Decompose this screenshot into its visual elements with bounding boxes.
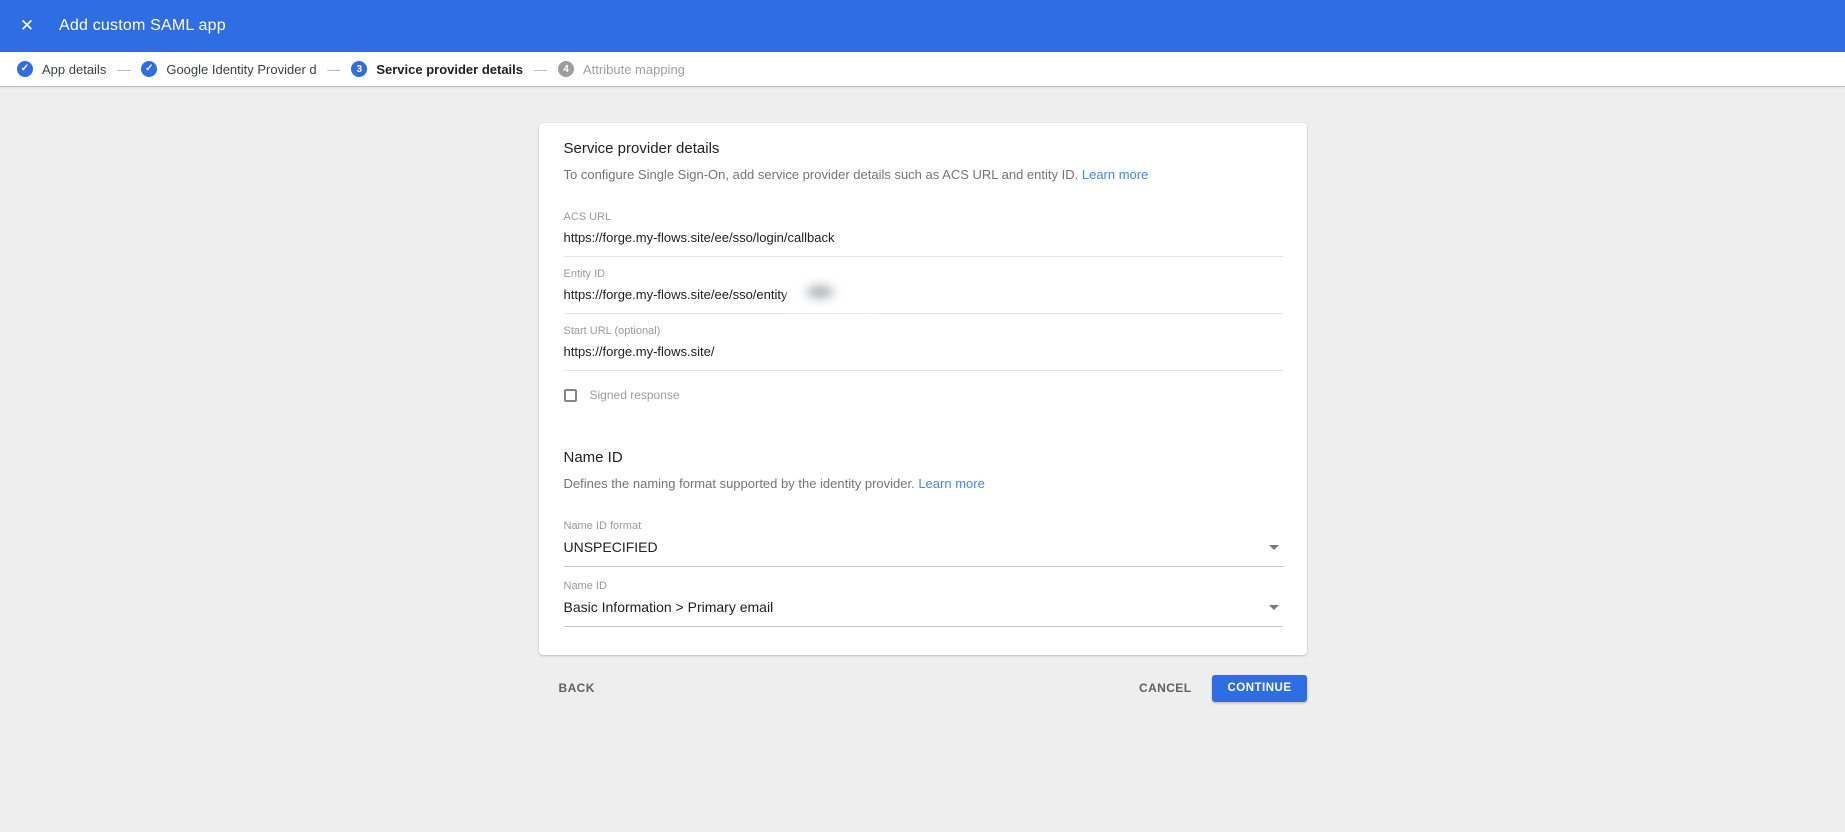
wizard-stepper: ✓ App details — ✓ Google Identity Provid…: [0, 52, 1845, 87]
signed-response-row[interactable]: Signed response: [563, 388, 1283, 402]
step-label: App details: [42, 61, 107, 77]
entity-id-input[interactable]: https://forge.my-flows.site/ee/sso/entit…: [563, 276, 1283, 314]
step-separator: —: [534, 61, 548, 77]
step-done-icon: ✓: [17, 61, 33, 77]
field-label: ACS URL: [563, 211, 612, 223]
dropdown-arrow-icon: [1268, 604, 1279, 610]
continue-button[interactable]: CONTINUE: [1212, 674, 1307, 702]
field-label: Name ID format: [563, 520, 642, 532]
entity-id-field: Entity ID https://forge.my-flows.site/ee…: [563, 267, 1283, 314]
step-number-icon: 3: [351, 61, 368, 77]
name-id-format-select[interactable]: Name ID format UNSPECIFIED: [563, 519, 1283, 567]
step-app-details[interactable]: ✓ App details: [17, 61, 106, 77]
acs-url-field: ACS URL https://forge.my-flows.site/ee/s…: [563, 210, 1283, 257]
step-separator: —: [117, 61, 131, 77]
section-description: Defines the naming format supported by t…: [563, 476, 985, 491]
acs-url-input[interactable]: https://forge.my-flows.site/ee/sso/login…: [563, 229, 1283, 257]
redacted-value-blur: [790, 276, 873, 308]
wizard-footer: BACK CANCEL CONTINUE: [539, 673, 1307, 703]
learn-more-link[interactable]: Learn more: [1082, 167, 1148, 182]
signed-response-checkbox[interactable]: [563, 388, 577, 402]
checkbox-label: Signed response: [589, 388, 680, 402]
cancel-button[interactable]: CANCEL: [1137, 673, 1193, 703]
step-service-provider-details[interactable]: 3 Service provider details: [351, 61, 523, 77]
step-attribute-mapping: 4 Attribute mapping: [558, 61, 685, 77]
learn-more-link[interactable]: Learn more: [918, 476, 984, 491]
back-button[interactable]: BACK: [557, 673, 597, 703]
service-provider-card: Service provider details To configure Si…: [538, 123, 1307, 655]
dropdown-arrow-icon: [1268, 544, 1279, 550]
start-url-input[interactable]: https://forge.my-flows.site/: [563, 343, 1283, 371]
page-title: Add custom SAML app: [59, 17, 226, 34]
start-url-field: Start URL (optional) https://forge.my-fl…: [563, 324, 1283, 371]
step-label: Service provider details: [376, 61, 524, 77]
field-label: Start URL (optional): [563, 325, 661, 337]
field-label: Entity ID: [563, 268, 606, 280]
section-heading: Service provider details: [563, 140, 720, 157]
content-area: Service provider details To configure Si…: [0, 87, 1845, 831]
name-id-select[interactable]: Name ID Basic Information > Primary emai…: [563, 579, 1283, 627]
step-label: Google Identity Provider details: [166, 61, 317, 77]
step-separator: —: [327, 61, 341, 77]
field-label: Name ID: [563, 580, 607, 592]
close-icon[interactable]: ✕: [14, 13, 40, 39]
section-description: To configure Single Sign-On, add service…: [563, 167, 1149, 182]
step-done-icon: ✓: [141, 61, 158, 77]
step-label: Attribute mapping: [583, 61, 685, 77]
step-google-idp-details[interactable]: ✓ Google Identity Provider details: [141, 61, 316, 77]
selected-value: Basic Information > Primary email: [563, 599, 774, 615]
section-heading: Name ID: [563, 449, 623, 466]
step-number-icon: 4: [558, 61, 575, 77]
appbar: ✕ Add custom SAML app: [0, 0, 1845, 52]
selected-value: UNSPECIFIED: [563, 539, 658, 555]
